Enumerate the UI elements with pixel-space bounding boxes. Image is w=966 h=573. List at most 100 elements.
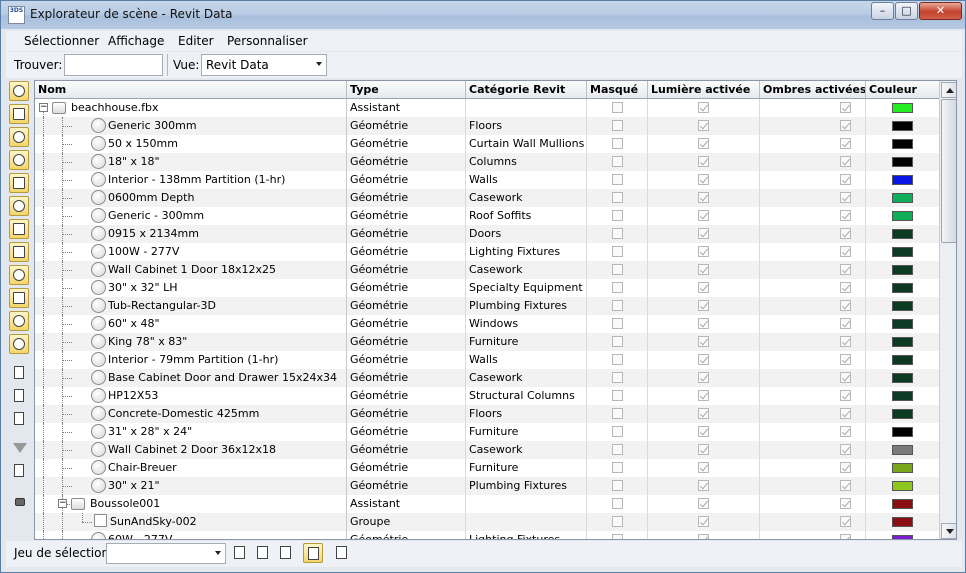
column-header-light[interactable]: Lumière activée [648, 81, 760, 98]
table-row[interactable]: − beachhouse.fbx Assistant [35, 99, 939, 117]
object-name[interactable]: 0600mm Depth [108, 191, 194, 204]
select-all-button[interactable] [9, 363, 29, 383]
object-name[interactable]: Boussole001 [90, 497, 160, 510]
vertical-scrollbar[interactable] [939, 81, 956, 539]
table-row[interactable]: 60W - 277V Géométrie Lighting Fixtures [35, 531, 939, 539]
lock-button[interactable] [9, 489, 29, 509]
column-header-name[interactable]: Nom [35, 81, 347, 98]
light-enabled-checkbox[interactable] [698, 264, 709, 275]
display-particles-button[interactable] [9, 311, 29, 331]
table-row[interactable]: Interior - 79mm Partition (1-hr) Géométri… [35, 351, 939, 369]
table-row[interactable]: HP12X53 Géométrie Structural Columns [35, 387, 939, 405]
column-header-type[interactable]: Type [347, 81, 466, 98]
color-swatch[interactable] [892, 373, 913, 383]
light-enabled-checkbox[interactable] [698, 372, 709, 383]
menu-select[interactable]: Sélectionner [24, 34, 99, 48]
color-swatch[interactable] [892, 157, 913, 167]
light-enabled-checkbox[interactable] [698, 156, 709, 167]
display-groups-button[interactable] [9, 242, 29, 262]
table-row[interactable]: Chair-Breuer Géométrie Furniture [35, 459, 939, 477]
hidden-checkbox[interactable] [612, 318, 623, 329]
object-name[interactable]: 50 x 150mm [108, 137, 178, 150]
color-swatch[interactable] [892, 499, 913, 509]
color-swatch[interactable] [892, 139, 913, 149]
object-name[interactable]: King 78" x 83" [108, 335, 187, 348]
column-header-category[interactable]: Catégorie Revit [466, 81, 587, 98]
color-swatch[interactable] [892, 301, 913, 311]
minimize-button[interactable]: – [871, 2, 894, 20]
light-enabled-checkbox[interactable] [698, 318, 709, 329]
color-swatch[interactable] [892, 175, 913, 185]
filter-button[interactable] [9, 438, 29, 458]
hidden-checkbox[interactable] [612, 390, 623, 401]
object-name[interactable]: 30" x 21" [108, 479, 160, 492]
object-name[interactable]: Base Cabinet Door and Drawer 15x24x34 [108, 371, 337, 384]
object-name[interactable]: Wall Cabinet 2 Door 36x12x18 [108, 443, 276, 456]
object-name[interactable]: Generic - 300mm [108, 209, 204, 222]
color-swatch[interactable] [892, 391, 913, 401]
hidden-checkbox[interactable] [612, 336, 623, 347]
shadow-enabled-checkbox[interactable] [840, 498, 851, 509]
select-none-button[interactable] [9, 386, 29, 406]
invert-selection-button[interactable] [9, 409, 29, 429]
object-name[interactable]: 31" x 28" x 24" [108, 425, 192, 438]
shadow-enabled-checkbox[interactable] [840, 336, 851, 347]
table-row[interactable]: Tub-Rectangular-3D Géométrie Plumbing Fixt… [35, 297, 939, 315]
table-row[interactable]: 60" x 48" Géométrie Windows [35, 315, 939, 333]
light-enabled-checkbox[interactable] [698, 516, 709, 527]
color-swatch[interactable] [892, 337, 913, 347]
display-geometry-button[interactable] [9, 104, 29, 124]
display-containers-button[interactable] [9, 334, 29, 354]
object-name[interactable]: SunAndSky-002 [110, 515, 197, 528]
light-enabled-checkbox[interactable] [698, 282, 709, 293]
shadow-enabled-checkbox[interactable] [840, 282, 851, 293]
table-row[interactable]: − Boussole001 Assistant [35, 495, 939, 513]
maximize-button[interactable]: □ [895, 2, 918, 20]
add-selection-set-button[interactable] [230, 543, 250, 563]
color-swatch[interactable] [892, 265, 913, 275]
display-cameras-button[interactable] [9, 173, 29, 193]
shadow-enabled-checkbox[interactable] [840, 390, 851, 401]
menu-edit[interactable]: Editer [178, 34, 214, 48]
light-enabled-checkbox[interactable] [698, 102, 709, 113]
color-swatch[interactable] [892, 103, 913, 113]
display-lights-button[interactable] [9, 150, 29, 170]
remove-selection-set-button[interactable] [253, 543, 273, 563]
scroll-up-button[interactable] [941, 82, 956, 98]
color-swatch[interactable] [892, 409, 913, 419]
light-enabled-checkbox[interactable] [698, 408, 709, 419]
title-bar[interactable]: 3DS Explorateur de scène - Revit Data – … [1, 1, 965, 29]
view-select[interactable]: Revit Data [201, 54, 327, 76]
light-enabled-checkbox[interactable] [698, 138, 709, 149]
color-swatch[interactable] [892, 193, 913, 203]
color-swatch[interactable] [892, 445, 913, 455]
scrollbar-thumb[interactable] [941, 99, 956, 243]
hidden-checkbox[interactable] [612, 246, 623, 257]
shadow-enabled-checkbox[interactable] [840, 156, 851, 167]
color-swatch[interactable] [892, 247, 913, 257]
table-row[interactable]: SunAndSky-002 Groupe [35, 513, 939, 531]
shadow-enabled-checkbox[interactable] [840, 192, 851, 203]
hidden-checkbox[interactable] [612, 444, 623, 455]
object-name[interactable]: 0915 x 2134mm [108, 227, 199, 240]
hidden-checkbox[interactable] [612, 480, 623, 491]
hidden-checkbox[interactable] [612, 228, 623, 239]
table-row[interactable]: 31" x 28" x 24" Géométrie Furniture [35, 423, 939, 441]
object-name[interactable]: Generic 300mm [108, 119, 197, 132]
light-enabled-checkbox[interactable] [698, 228, 709, 239]
hidden-checkbox[interactable] [612, 120, 623, 131]
color-swatch[interactable] [892, 283, 913, 293]
object-name[interactable]: Tub-Rectangular-3D [108, 299, 216, 312]
shadow-enabled-checkbox[interactable] [840, 318, 851, 329]
shadow-enabled-checkbox[interactable] [840, 120, 851, 131]
display-shapes-button[interactable] [9, 127, 29, 147]
collapse-toggle-icon[interactable]: − [39, 103, 48, 112]
table-row[interactable]: Interior - 138mm Partition (1-hr) Géométr… [35, 171, 939, 189]
shadow-enabled-checkbox[interactable] [840, 174, 851, 185]
color-swatch[interactable] [892, 535, 913, 539]
table-row[interactable]: 50 x 150mm Géométrie Curtain Wall Mullions [35, 135, 939, 153]
hidden-checkbox[interactable] [612, 354, 623, 365]
table-row[interactable]: 0915 x 2134mm Géométrie Doors [35, 225, 939, 243]
shadow-enabled-checkbox[interactable] [840, 426, 851, 437]
3ds-max-app-icon[interactable]: 3DS [8, 6, 25, 24]
